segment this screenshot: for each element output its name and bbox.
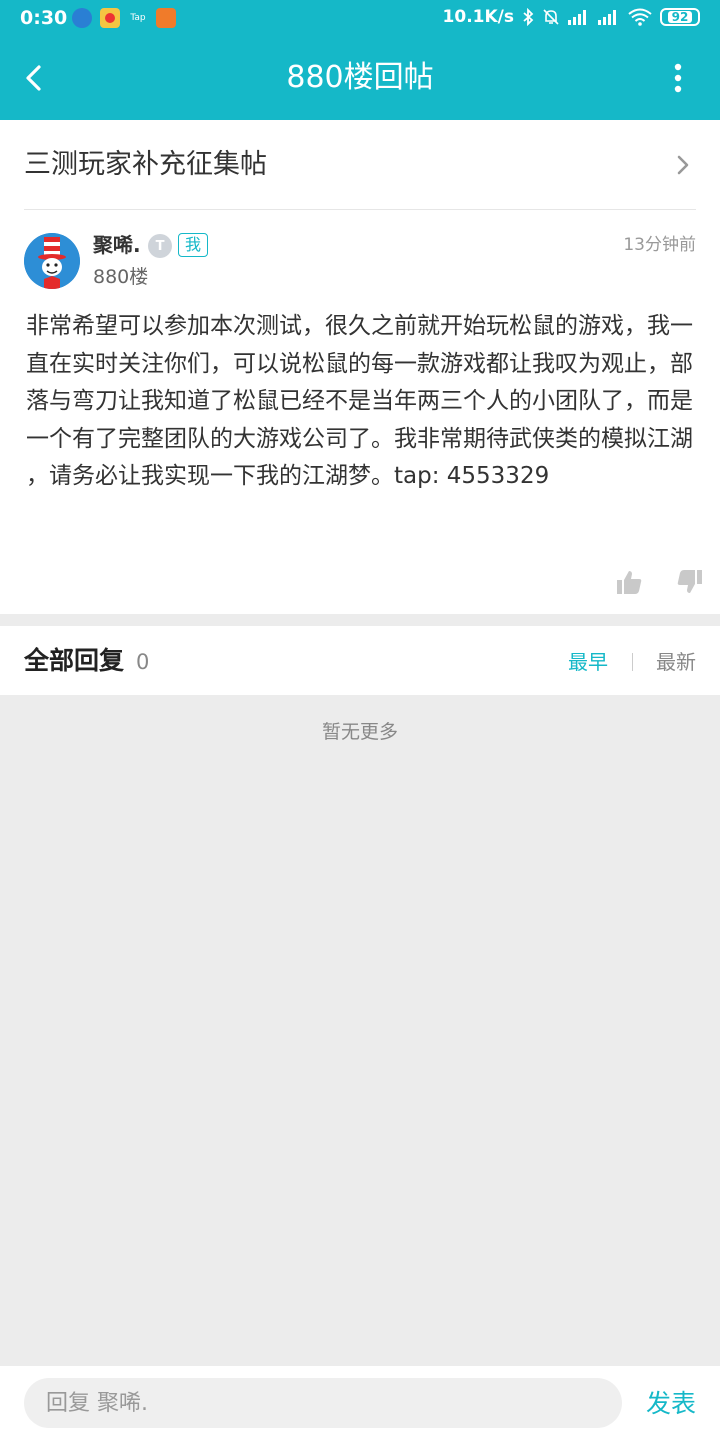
divider <box>24 209 696 210</box>
post-time: 13分钟前 <box>623 235 696 255</box>
reply-input[interactable] <box>24 1378 622 1428</box>
status-bar: 0:30 Tap 10.1K/s 92 <box>0 0 720 38</box>
sort-earliest-tab[interactable]: 最早 <box>568 646 608 678</box>
publish-button[interactable]: 发表 <box>646 1386 696 1422</box>
notification-icons: Tap <box>72 8 176 28</box>
page-title: 880楼回帖 <box>286 60 434 95</box>
thumbs-up-icon <box>617 571 642 594</box>
signal-icon-2 <box>598 9 620 25</box>
topic-link[interactable]: 三测玩家补充征集帖 <box>0 120 720 210</box>
like-button[interactable] <box>615 568 643 596</box>
chevron-right-icon <box>677 155 689 175</box>
sort-divider <box>632 653 633 671</box>
bluetooth-icon <box>523 8 534 26</box>
post-card: 三测玩家补充征集帖 聚唏. T 我 13分钟前 880楼 非常希望可以参加本次测… <box>0 120 720 614</box>
app-icon-tap: Tap <box>130 13 146 23</box>
status-right: 10.1K/s 92 <box>443 7 700 27</box>
more-vertical-icon <box>674 63 682 93</box>
app-icon-orange <box>156 8 176 28</box>
battery-icon: 92 <box>660 8 700 26</box>
sort-latest-tab[interactable]: 最新 <box>656 646 696 678</box>
network-speed: 10.1K/s <box>442 7 514 27</box>
floor-number: 880楼 <box>93 266 149 288</box>
app-header: 0:30 Tap 10.1K/s 92 880楼回帖 <box>0 0 720 120</box>
app-icon-blue <box>72 8 92 28</box>
post-body: 非常希望可以参加本次测试，很久之前就开始玩松鼠的游戏，我一直在实时关注你们，可以… <box>26 313 693 489</box>
signal-icon-1 <box>568 9 590 25</box>
empty-replies-text: 暂无更多 <box>321 721 398 743</box>
avatar-image-icon <box>24 233 80 289</box>
battery-level: 92 <box>667 11 693 23</box>
dislike-button[interactable] <box>676 568 704 596</box>
wifi-icon <box>628 8 652 26</box>
me-badge: 我 <box>178 233 209 257</box>
reply-composer: 发表 <box>0 1366 720 1440</box>
avatar[interactable] <box>24 233 80 289</box>
mute-icon <box>543 9 559 25</box>
replies-title: 全部回复 <box>24 646 125 675</box>
app-icon-weibo <box>100 8 120 28</box>
level-badge: T <box>148 234 172 258</box>
status-time: 0:30 <box>20 7 68 29</box>
topic-title: 三测玩家补充征集帖 <box>24 149 267 180</box>
title-bar: 880楼回帖 <box>0 38 720 120</box>
thumbs-down-icon <box>677 570 702 593</box>
replies-count: 0 <box>136 650 150 674</box>
more-button[interactable] <box>658 58 698 98</box>
replies-header: 全部回复 0 最早 最新 <box>0 626 720 695</box>
author-name[interactable]: 聚唏. <box>93 230 141 260</box>
